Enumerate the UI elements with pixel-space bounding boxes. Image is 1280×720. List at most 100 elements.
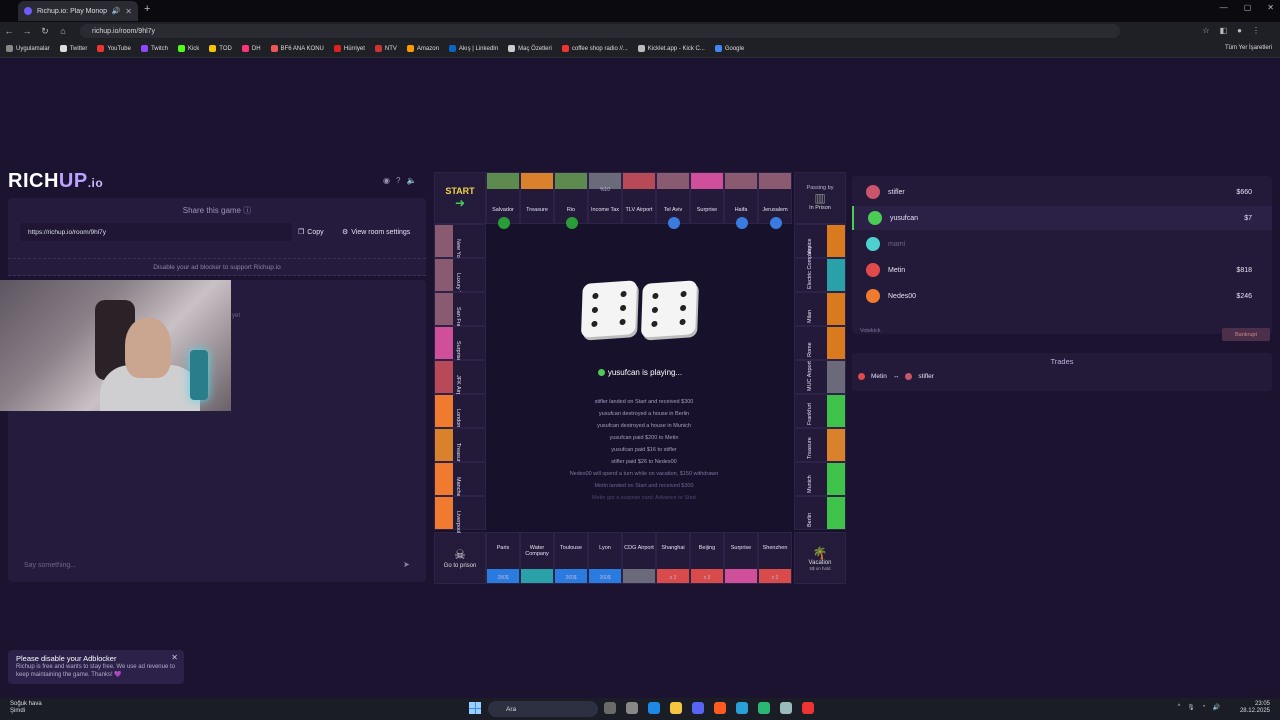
board-tile-right[interactable]: MUC Airport <box>794 360 846 394</box>
board-tile-left[interactable]: London <box>434 394 486 428</box>
profile-icon[interactable]: ● <box>1237 26 1242 35</box>
all-bookmarks[interactable]: Tüm Yer İşaretleri <box>1225 45 1272 51</box>
windows-start-icon[interactable] <box>469 702 481 714</box>
board-tile-top[interactable]: Treasure <box>520 172 554 224</box>
board-tile-top[interactable]: TLV Airport <box>622 172 656 224</box>
app-icon[interactable] <box>780 702 792 714</box>
reload-icon[interactable]: ↻ <box>36 26 54 37</box>
calculator-icon[interactable] <box>626 702 638 714</box>
board-tile-left[interactable]: Treasure <box>434 428 486 465</box>
trade-item[interactable]: Metin ↔ stifler <box>858 373 934 380</box>
bookmark-item[interactable]: Uygulamalar <box>6 45 50 52</box>
board-tile-bottom[interactable]: Shenzhen x 3 <box>758 532 792 584</box>
player-row[interactable]: yusufcan $7 <box>852 206 1272 230</box>
bankrupt-button[interactable]: Bankrupt <box>1222 328 1270 341</box>
player-row[interactable]: mami <box>852 232 1272 256</box>
chevron-up-icon[interactable]: ^ <box>1177 704 1180 711</box>
player-row[interactable]: stifler $660 <box>852 180 1272 204</box>
board-tile-left[interactable]: JFK Airport <box>434 360 486 402</box>
folder-icon[interactable] <box>670 702 682 714</box>
share-url-field[interactable]: https://richup.io/room/9hl7y <box>20 223 292 241</box>
bookmark-item[interactable]: Hürriyet <box>333 45 365 52</box>
bookmark-item[interactable]: Twitch <box>140 45 168 52</box>
board-tile-top[interactable]: Salvador <box>486 172 520 229</box>
weather-widget[interactable]: Soğuk hava Şimdi <box>10 701 42 715</box>
bookmark-item[interactable]: Maç Özetleri <box>508 45 552 52</box>
bookmark-item[interactable]: BF6 ANA KONU <box>270 45 324 52</box>
board-tile-left[interactable]: Surprise <box>434 326 486 361</box>
extensions-icon[interactable]: ◧ <box>1220 26 1228 35</box>
app-icon[interactable] <box>802 702 814 714</box>
minimize-icon[interactable]: — <box>1220 3 1228 12</box>
bookmark-item[interactable]: YouTube <box>97 45 131 52</box>
board-tile-left[interactable]: New York <box>434 224 486 262</box>
discord-icon[interactable]: ◉ <box>383 176 390 185</box>
star-icon[interactable]: ☆ <box>1202 26 1209 35</box>
player-row[interactable]: Nedes00 $246 <box>852 284 1272 308</box>
edge-icon[interactable] <box>648 702 660 714</box>
board-tile-left[interactable]: Manchester <box>434 462 486 506</box>
bookmark-item[interactable]: Kicklet.app - Kick C... <box>637 45 705 52</box>
bookmark-item[interactable]: NTV <box>374 45 397 52</box>
richup-logo[interactable]: RICHUP.io <box>8 170 103 193</box>
board-tile-bottom[interactable]: Toulouse 260$ <box>554 532 588 584</box>
taskbar-search[interactable]: Ara <box>488 701 598 717</box>
clock[interactable]: 23:05 28.12.2025 <box>1240 701 1270 715</box>
board-tile-right[interactable]: Frankfurt <box>794 394 846 428</box>
speaker-icon[interactable]: 🔊 <box>112 7 121 15</box>
volume-icon[interactable]: 🔊 <box>1213 704 1220 711</box>
chrome-icon[interactable] <box>758 702 770 714</box>
board-tile-right[interactable]: Electric Company <box>794 246 846 292</box>
board-tile-left[interactable]: Liverpool <box>434 496 486 533</box>
bookmark-item[interactable]: TOD <box>209 45 232 52</box>
task-view-icon[interactable] <box>604 702 616 714</box>
board-tile-bottom[interactable]: Paris 280$ <box>486 532 520 584</box>
board-tile-right[interactable]: Munich <box>794 462 846 496</box>
bookmark-item[interactable]: Amazon <box>406 45 439 52</box>
board-tile-right[interactable]: Rome <box>794 326 846 360</box>
copy-button[interactable]: ❐ Copy <box>298 223 336 241</box>
back-icon[interactable]: ← <box>0 26 18 36</box>
board-tile-top[interactable]: Haifa <box>724 172 758 229</box>
maximize-icon[interactable]: ▢ <box>1244 3 1252 12</box>
board-tile-right[interactable]: Berlin <box>794 496 846 530</box>
board-tile-bottom[interactable]: Lyon 260$ <box>588 532 622 584</box>
board-tile-right[interactable]: Treasure <box>794 428 846 462</box>
bookmark-item[interactable]: Akış | LinkedIn <box>448 45 498 52</box>
board-tile-bottom[interactable]: CDG Airport <box>622 532 656 584</box>
telegram-icon[interactable] <box>736 702 748 714</box>
board-tile-bottom[interactable]: Water Company <box>520 532 554 584</box>
url-field[interactable]: richup.io/room/9hl7y <box>80 24 1120 38</box>
bookmark-item[interactable]: DH <box>241 45 261 52</box>
board-tile-top[interactable]: Surprise <box>690 172 724 224</box>
close-toast-icon[interactable]: ✕ <box>171 653 178 662</box>
board-tile-top[interactable]: Income Tax %10 <box>588 172 622 224</box>
close-window-icon[interactable]: ✕ <box>1267 3 1274 12</box>
board-tile-top[interactable]: Jerusalem <box>758 172 792 229</box>
chat-input[interactable]: Say something... <box>16 556 394 574</box>
forward-icon[interactable]: → <box>18 26 36 36</box>
board-tile-left[interactable]: San Francisco <box>434 292 486 342</box>
board-tile-top[interactable]: Tel Aviv <box>656 172 690 229</box>
board-tile-right[interactable]: Milan <box>794 292 846 326</box>
board-tile-right[interactable]: Venice <box>794 224 846 258</box>
send-icon[interactable]: ➤ <box>403 560 410 569</box>
close-tab-icon[interactable]: ✕ <box>125 7 132 16</box>
board-tile-left[interactable]: Luxury Tax <box>434 258 486 300</box>
discord-icon[interactable] <box>692 702 704 714</box>
vacation-corner[interactable]: 🌴 Vacation 5$ on hold <box>794 532 846 584</box>
sound-icon[interactable]: 🔈 <box>406 176 416 185</box>
brave-icon[interactable] <box>714 702 726 714</box>
mic-icon[interactable]: 🎙 <box>1187 704 1195 711</box>
board-tile-bottom[interactable]: Shanghai x 3 <box>656 532 690 584</box>
browser-tab[interactable]: Richup.io: Play Monopoly o 🔊 ✕ <box>18 1 138 21</box>
bookmark-item[interactable]: coffee shop radio //... <box>561 45 628 52</box>
go-to-prison-corner[interactable]: ☠ Go to prison <box>434 532 486 584</box>
view-room-settings-button[interactable]: ⚙ View room settings <box>342 223 424 241</box>
votekick-button[interactable]: Votekick <box>860 328 880 334</box>
board-tile-bottom[interactable]: Beijing x 3 <box>690 532 724 584</box>
menu-icon[interactable]: ⋮ <box>1252 26 1260 35</box>
prison-corner[interactable]: Passing by ▥ In Prison <box>794 172 846 224</box>
new-tab-icon[interactable]: + <box>144 3 150 15</box>
board-tile-bottom[interactable]: Surprise <box>724 532 758 584</box>
